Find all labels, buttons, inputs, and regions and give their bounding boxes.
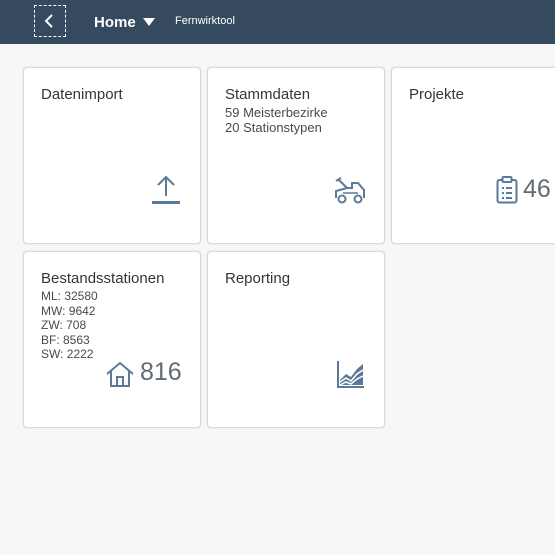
tile-title: Stammdaten [225,86,311,103]
area-chart-icon [337,361,364,388]
caret-down-icon[interactable] [143,18,155,26]
subtitle-line: ZW: 708 [41,318,87,332]
subtitle-line: BF: 8563 [41,332,90,347]
tile-stammdaten[interactable]: Stammdaten 59 Meisterbezirke 20 Stations… [207,67,385,244]
app-name: Fernwirktool [175,15,235,27]
tile-number: 46 [523,175,551,203]
tile-datenimport[interactable]: Datenimport [23,67,201,244]
clipboard-icon [496,176,518,204]
tile-title: Reporting [225,270,291,287]
tile-bestandsstationen[interactable]: Bestandsstationen ML: 32580 MW: 9642 ZW:… [23,251,201,428]
tile-subtitle: 59 Meisterbezirke 20 Stationstypen [225,105,328,135]
subtitle-line: 20 Stationstypen [225,120,322,135]
home-icon [106,361,134,387]
tile-number: 816 [140,358,182,386]
subtitle-line: MW: 9642 [41,303,96,318]
upload-icon [152,175,180,204]
tile-title: Bestandsstationen [41,270,165,287]
subtitle-line: SW: 2222 [41,347,94,361]
tile-reporting[interactable]: Reporting [207,251,385,428]
home-title[interactable]: Home [94,14,136,31]
tile-projekte[interactable]: Projekte 46 [391,67,555,244]
tile-subtitle: ML: 32580 MW: 9642 ZW: 708 BF: 8563 SW: … [41,289,98,362]
tile-title: Datenimport [41,86,123,103]
subtitle-line: ML: 32580 [41,289,98,303]
tile-title: Projekte [409,86,465,103]
shell-bar: Home Fernwirktool [0,0,555,44]
subtitle-line: 59 Meisterbezirke [225,105,328,120]
chevron-left-icon [44,14,53,28]
truck-icon [335,177,365,204]
back-button[interactable] [34,5,66,37]
